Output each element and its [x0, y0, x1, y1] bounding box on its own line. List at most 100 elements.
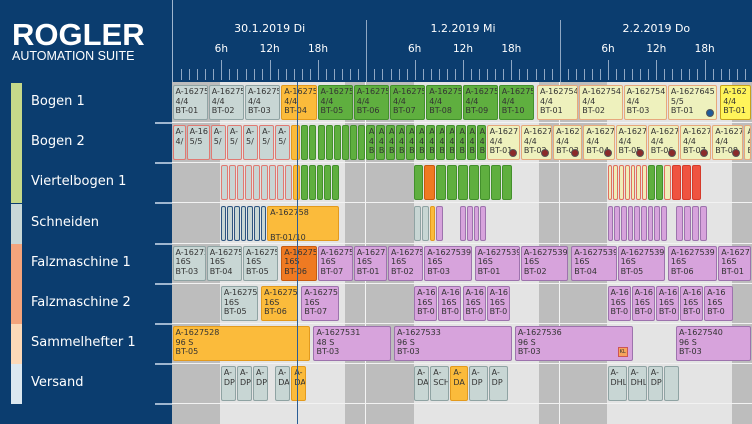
job-bar[interactable]: [467, 205, 473, 241]
job-bar[interactable]: A4B: [466, 125, 476, 161]
job-bar[interactable]: A- DA: [450, 366, 468, 402]
resource-row-label[interactable]: Falzmaschine 2: [0, 284, 172, 325]
resource-row-label[interactable]: Bogen 2: [0, 123, 172, 165]
job-bar[interactable]: [227, 205, 234, 241]
job-bar[interactable]: A4B: [375, 125, 385, 161]
job-bar[interactable]: A- DA: [414, 366, 430, 402]
job-bar[interactable]: A-1627539 16S BT-04: [571, 245, 617, 281]
job-bar[interactable]: A-1627 4/4 BT-01: [486, 125, 520, 161]
job-bar[interactable]: A-1627536 96 S BT-03 KL: [514, 326, 633, 362]
job-bar[interactable]: [332, 165, 339, 201]
job-bar[interactable]: [285, 165, 293, 201]
job-bar[interactable]: A4B: [456, 125, 466, 161]
job-bar[interactable]: A-1627516SBT-01: [718, 245, 752, 281]
job-bar[interactable]: [619, 165, 624, 201]
job-bar[interactable]: [349, 125, 357, 161]
job-bar[interactable]: [630, 165, 636, 201]
job-bar[interactable]: [607, 205, 614, 241]
job-bar[interactable]: [317, 125, 325, 161]
job-bar[interactable]: A- DHL: [607, 366, 627, 402]
job-bar[interactable]: A-16 5/5: [186, 125, 210, 161]
job-bar[interactable]: A-16 16S BT-0: [655, 286, 679, 321]
job-bar[interactable]: A-16275 4/4 BT-03: [245, 85, 281, 120]
job-bar[interactable]: A-16275 4/4 BT-10: [498, 85, 534, 120]
job-bar[interactable]: [245, 165, 253, 201]
job-bar[interactable]: [627, 205, 634, 241]
resource-row-label[interactable]: Bogen 1: [0, 83, 172, 124]
job-bar[interactable]: [469, 165, 480, 201]
job-bar[interactable]: [253, 165, 261, 201]
job-bar[interactable]: [260, 205, 267, 241]
job-bar[interactable]: [663, 165, 671, 201]
job-bar[interactable]: [634, 205, 641, 241]
job-bar[interactable]: A-16275 4/4 BT-02: [208, 85, 244, 120]
job-bar[interactable]: A-16275414/4BT-01: [537, 85, 579, 120]
job-bar[interactable]: A-1627540 96 S BT-03: [675, 326, 752, 362]
job-bar[interactable]: A-16275 4/4 BT-07: [390, 85, 426, 120]
job-bar[interactable]: A-16 16S BT-0: [631, 286, 655, 321]
job-bar[interactable]: [614, 205, 620, 241]
job-bar[interactable]: A-1627516SBT-01: [353, 245, 387, 281]
job-bar[interactable]: A- DP: [253, 366, 269, 402]
job-bar[interactable]: A-16275 16S BT-07: [317, 245, 353, 281]
job-bar[interactable]: A-16 16S BT-0: [462, 286, 486, 321]
job-bar[interactable]: [613, 165, 618, 201]
job-bar[interactable]: A-16275616SBT-05: [220, 286, 259, 321]
job-bar[interactable]: A- 5/: [242, 125, 259, 161]
job-bar[interactable]: [247, 205, 253, 241]
job-bar[interactable]: A-16 16S BT-0: [704, 286, 734, 321]
job-bar[interactable]: A-16275 4/4 BT-05: [317, 85, 353, 120]
job-bar[interactable]: [424, 165, 436, 201]
job-bar[interactable]: A-16275 4/4 BT-09: [462, 85, 498, 120]
job-bar[interactable]: [277, 165, 285, 201]
job-bar[interactable]: [480, 165, 490, 201]
job-bar[interactable]: [480, 205, 486, 241]
job-bar[interactable]: A- 5/: [275, 125, 291, 161]
job-bar[interactable]: [663, 366, 679, 402]
job-bar[interactable]: [228, 165, 236, 201]
job-bar[interactable]: [325, 125, 333, 161]
job-bar[interactable]: A4B: [744, 125, 752, 161]
job-bar[interactable]: A-162758 BT-01/10: [267, 205, 339, 241]
job-bar[interactable]: [261, 165, 269, 201]
job-bar[interactable]: [700, 205, 708, 241]
job-bar[interactable]: [309, 125, 317, 161]
job-bar[interactable]: [436, 165, 447, 201]
job-bar[interactable]: A-1627541 4/4 BT-02: [579, 85, 623, 120]
job-bar[interactable]: A4B: [385, 125, 396, 161]
job-bar[interactable]: A4B: [476, 125, 486, 161]
job-bar[interactable]: [422, 205, 430, 241]
job-bar[interactable]: [301, 165, 309, 201]
job-bar[interactable]: A- 5/: [210, 125, 226, 161]
job-bar[interactable]: [684, 205, 692, 241]
job-bar[interactable]: A4B: [436, 125, 446, 161]
job-bar[interactable]: A- DP: [220, 366, 236, 402]
job-bar[interactable]: [624, 165, 630, 201]
job-bar[interactable]: A-16 16S BT-0: [438, 286, 462, 321]
job-bar[interactable]: A4B: [446, 125, 456, 161]
job-bar[interactable]: [655, 165, 663, 201]
job-bar[interactable]: [240, 205, 247, 241]
resource-row-label[interactable]: Sammelhefter 1: [0, 324, 172, 366]
job-bar[interactable]: A4B: [416, 125, 426, 161]
job-bar[interactable]: A-1627531 48 S BT-03: [313, 326, 391, 362]
resource-row-label[interactable]: Viertelbogen 1: [0, 163, 172, 205]
job-bar[interactable]: [269, 165, 277, 201]
job-bar[interactable]: A-1627645 5/5 BT-01: [667, 85, 718, 120]
job-bar[interactable]: [607, 165, 613, 201]
job-bar[interactable]: A- DA: [291, 366, 307, 402]
job-bar[interactable]: A-1627 4/4 BT-02: [520, 125, 553, 161]
job-bar[interactable]: A4B: [406, 125, 416, 161]
job-bar[interactable]: A-1627539 16S BT-05: [617, 245, 665, 281]
job-bar[interactable]: A- DP: [488, 366, 508, 402]
job-bar[interactable]: [641, 205, 647, 241]
job-bar[interactable]: A- DHL: [627, 366, 647, 402]
job-bar[interactable]: A-16275 16S BT-04: [206, 245, 242, 281]
job-bar[interactable]: [682, 165, 692, 201]
job-bar[interactable]: A- 5/: [226, 125, 242, 161]
job-bar[interactable]: A-16 16S BT-0: [486, 286, 510, 321]
job-bar[interactable]: A- DP: [236, 366, 253, 402]
job-bar[interactable]: A-16275 16S BT-06: [281, 245, 317, 281]
job-bar[interactable]: [436, 205, 444, 241]
job-bar[interactable]: [661, 205, 667, 241]
